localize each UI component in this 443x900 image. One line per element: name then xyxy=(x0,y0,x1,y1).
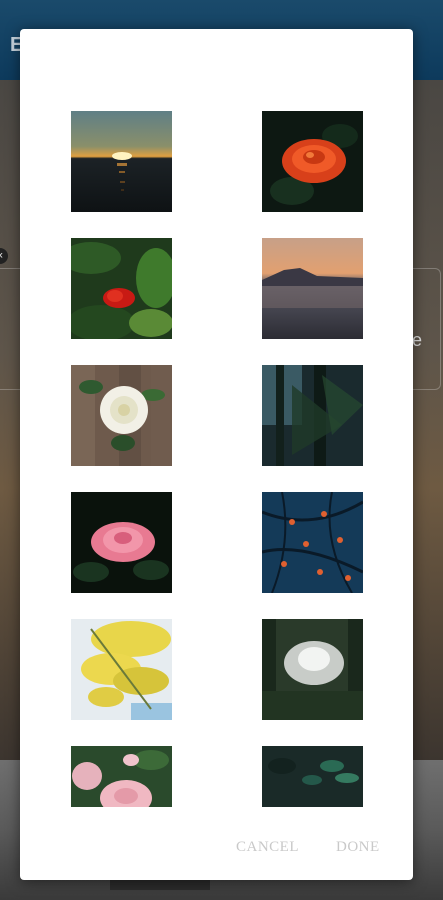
red-flower-image xyxy=(71,238,172,339)
image-thumbnail-white-rose[interactable] xyxy=(71,365,172,466)
image-grid[interactable] xyxy=(20,29,413,807)
sunset-sea-image xyxy=(71,111,172,212)
background-edge-text: e xyxy=(412,330,423,350)
image-picker-dialog: CANCEL DONE xyxy=(20,29,413,880)
pink-roses-bouquet-image xyxy=(71,746,172,807)
done-button[interactable]: DONE xyxy=(332,829,384,865)
dark-leaves-image xyxy=(262,746,363,807)
dark-forest-image xyxy=(262,365,363,466)
image-thumbnail-yellow-mimosa[interactable] xyxy=(71,619,172,720)
cancel-button[interactable]: CANCEL xyxy=(232,829,303,865)
image-thumbnail-sunset-sea[interactable] xyxy=(71,111,172,212)
image-thumbnail-pink-roses-bouquet[interactable] xyxy=(71,746,172,807)
image-thumbnail-orange-rose[interactable] xyxy=(262,111,363,212)
yellow-mimosa-image xyxy=(71,619,172,720)
pink-rose-image xyxy=(71,492,172,593)
image-thumbnail-pink-rose[interactable] xyxy=(71,492,172,593)
lake-mountain-image xyxy=(262,238,363,339)
misty-forest-image xyxy=(262,619,363,720)
image-thumbnail-misty-forest[interactable] xyxy=(262,619,363,720)
blue-berries-image xyxy=(262,492,363,593)
image-thumbnail-dark-forest[interactable] xyxy=(262,365,363,466)
image-thumbnail-lake-mountain[interactable] xyxy=(262,238,363,339)
orange-rose-image xyxy=(262,111,363,212)
dialog-actions: CANCEL DONE xyxy=(20,829,413,865)
background-button xyxy=(110,880,210,890)
image-thumbnail-dark-leaves[interactable] xyxy=(262,746,363,807)
white-rose-image xyxy=(71,365,172,466)
image-thumbnail-blue-berries[interactable] xyxy=(262,492,363,593)
image-thumbnail-red-flower[interactable] xyxy=(71,238,172,339)
